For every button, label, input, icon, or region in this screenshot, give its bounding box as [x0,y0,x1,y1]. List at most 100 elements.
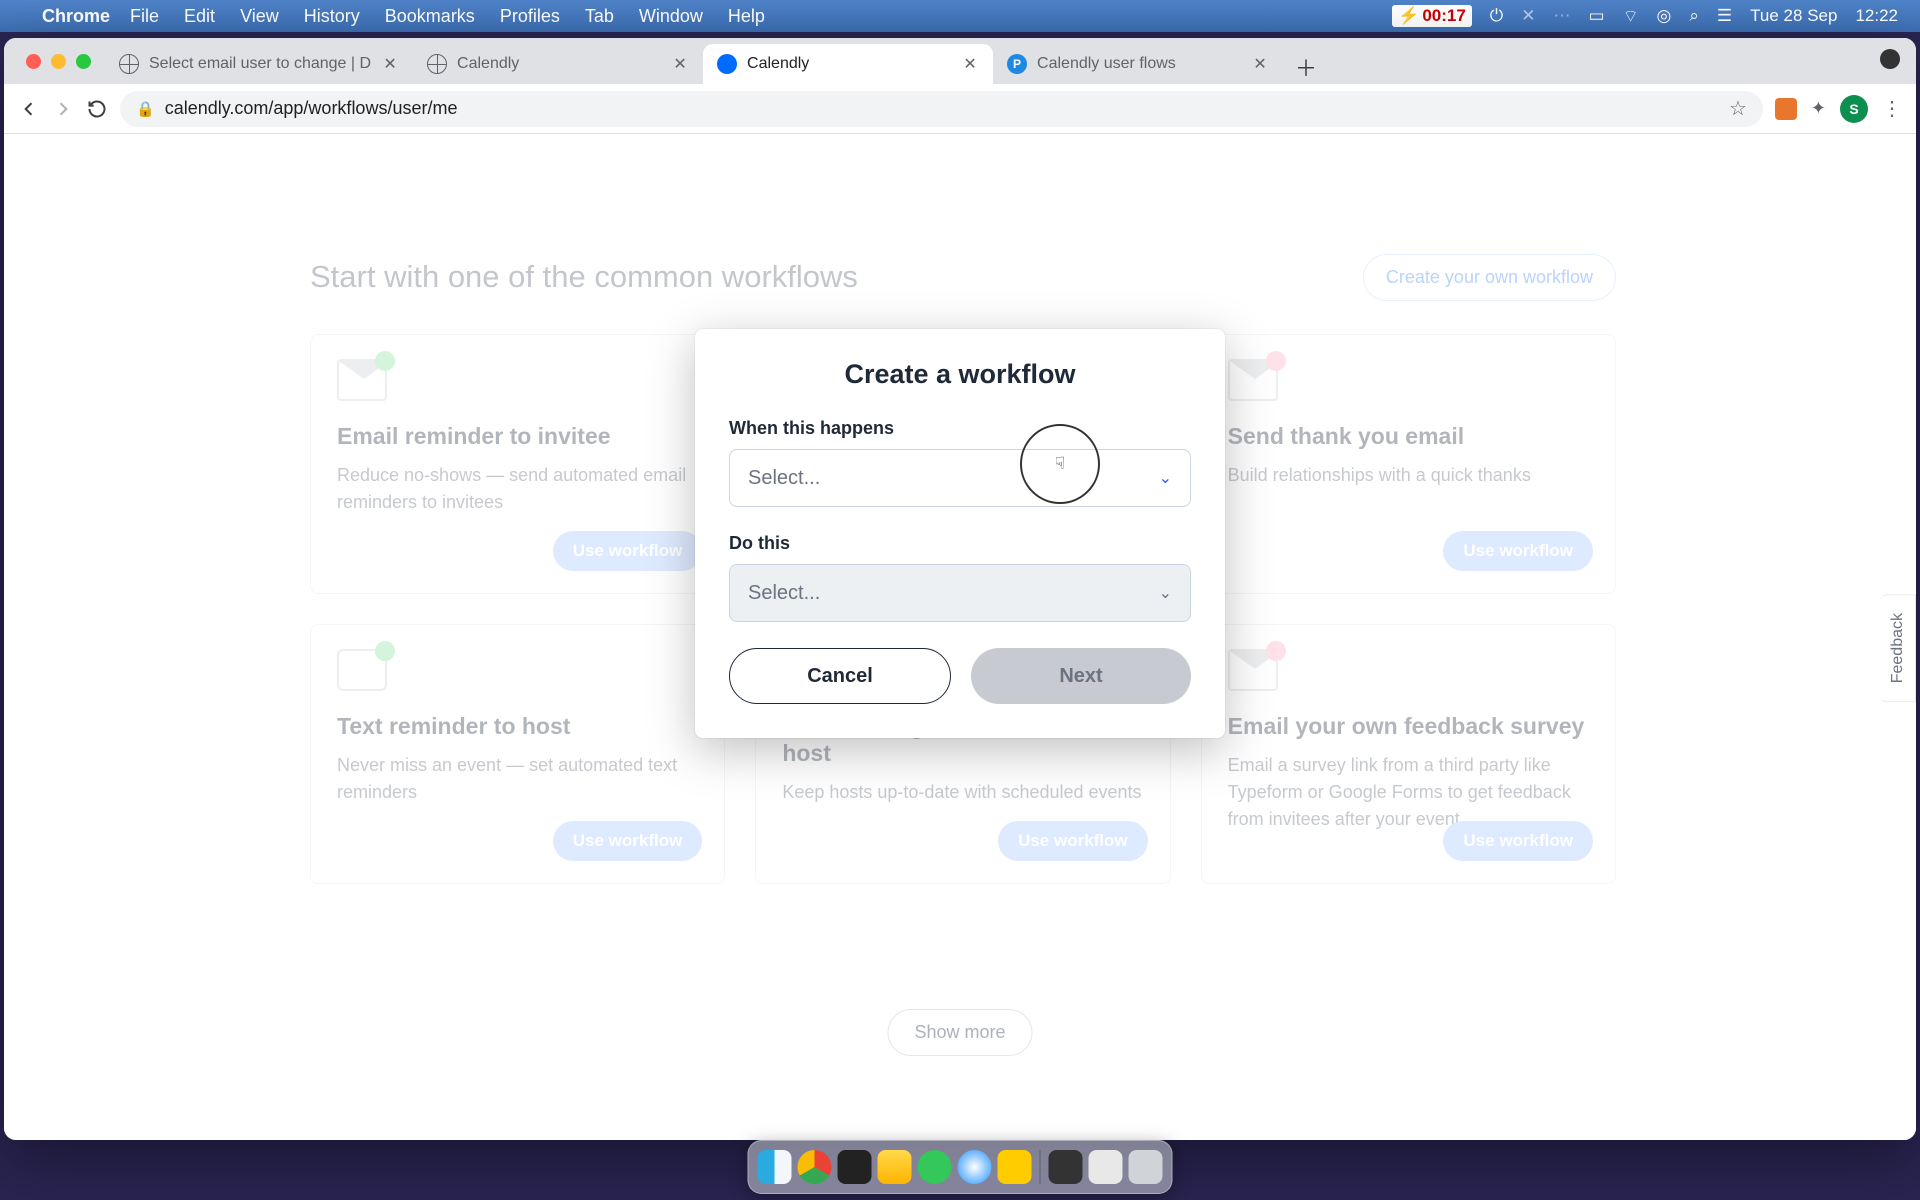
close-tab-icon[interactable]: ✕ [381,55,399,73]
incognito-indicator-icon[interactable] [1880,49,1900,69]
control-center-icon[interactable]: ◎ [1657,6,1672,26]
chrome-toolbar: 🔒 calendly.com/app/workflows/user/me ☆ ✦… [4,84,1916,134]
extensions-menu-icon[interactable]: ✦ [1811,98,1826,119]
workflow-card[interactable]: Email reminder to invitee Reduce no-show… [310,334,725,594]
trash-icon[interactable] [1129,1150,1163,1184]
address-bar[interactable]: 🔒 calendly.com/app/workflows/user/me ☆ [120,91,1763,127]
create-your-own-button[interactable]: Create your own workflow [1363,254,1616,301]
app-icon[interactable] [1049,1150,1083,1184]
tab-title: Calendly user flows [1037,55,1241,73]
chrome-menu-icon[interactable]: ⋮ [1882,96,1902,121]
browser-tab[interactable]: Calendly ✕ [413,44,703,84]
use-workflow-button[interactable]: Use workflow [553,531,703,571]
card-title: Email reminder to invitee [337,423,698,450]
menu-profiles[interactable]: Profiles [500,6,560,27]
battery-icon[interactable]: ▭ [1589,6,1605,26]
close-tab-icon[interactable]: ✕ [961,55,979,73]
chevron-down-icon: ⌄ [1159,583,1172,603]
forward-button[interactable] [52,98,74,120]
use-workflow-button[interactable]: Use workflow [1443,821,1593,861]
chevron-down-icon: ⌄ [1159,468,1172,488]
url-text: calendly.com/app/workflows/user/me [165,98,458,119]
action-select[interactable]: Select... ⌄ [729,564,1191,622]
menu-history[interactable]: History [304,6,360,27]
macos-dock [748,1140,1173,1194]
menubar-time[interactable]: 12:22 [1855,6,1898,26]
lock-icon[interactable]: 🔒 [136,100,155,118]
menu-bookmarks[interactable]: Bookmarks [385,6,475,27]
status-icon[interactable]: ⋯ [1554,6,1571,26]
card-desc: Reduce no-shows — send automated email r… [337,462,698,516]
select-placeholder: Select... [748,467,820,490]
tab-title: Calendly [457,55,661,73]
browser-tab-active[interactable]: Calendly ✕ [703,44,993,84]
tab-title: Calendly [747,55,951,73]
browser-tab[interactable]: Select email user to change | D ✕ [105,44,413,84]
use-workflow-button[interactable]: Use workflow [998,821,1148,861]
select-placeholder: Select... [748,582,820,605]
macos-menubar: Chrome File Edit View History Bookmarks … [0,0,1920,32]
trigger-label: When this happens [729,418,1191,439]
use-workflow-button[interactable]: Use workflow [1443,531,1593,571]
card-title: Text reminder to host [337,713,698,740]
globe-icon [427,54,447,74]
notes-icon[interactable] [878,1150,912,1184]
menu-view[interactable]: View [240,6,279,27]
spotlight-icon[interactable]: ⌕ [1689,6,1699,26]
menu-edit[interactable]: Edit [184,6,215,27]
next-button[interactable]: Next [971,648,1191,704]
card-desc: Build relationships with a quick thanks [1228,462,1589,489]
globe-icon [119,54,139,74]
workflow-card[interactable]: Email your own feedback survey Email a s… [1201,624,1616,884]
terminal-icon[interactable] [838,1150,872,1184]
status-icon[interactable]: ⏻ [1490,6,1503,26]
close-window-icon[interactable] [26,54,41,69]
phone-icon [337,649,387,691]
recording-timer[interactable]: ⚡00:17 [1392,5,1472,27]
back-button[interactable] [18,98,40,120]
extension-icon[interactable] [1775,98,1797,120]
app-icon[interactable] [1089,1150,1123,1184]
minimize-window-icon[interactable] [51,54,66,69]
notification-center-icon[interactable]: ☰ [1717,6,1732,26]
browser-tab[interactable]: P Calendly user flows ✕ [993,44,1283,84]
trigger-select[interactable]: Select... ⌄ [729,449,1191,507]
bookmark-star-icon[interactable]: ☆ [1729,96,1747,121]
menu-file[interactable]: File [130,6,159,27]
reload-button[interactable] [86,98,108,120]
page-heading: Start with one of the common workflows [310,259,858,295]
zoom-window-icon[interactable] [76,54,91,69]
profile-avatar[interactable]: S [1840,95,1868,123]
menubar-date[interactable]: Tue 28 Sep [1750,6,1837,26]
card-desc: Keep hosts up-to-date with scheduled eve… [782,779,1143,806]
app-icon[interactable] [998,1150,1032,1184]
chrome-icon[interactable] [798,1150,832,1184]
status-icon[interactable]: ✕ [1521,6,1535,26]
tab-title: Select email user to change | D [149,55,371,73]
close-tab-icon[interactable]: ✕ [1251,55,1269,73]
chrome-window: Select email user to change | D ✕ Calend… [4,38,1916,1140]
wifi-icon[interactable]: ⌔ [1623,6,1639,27]
calendly-favicon-icon [717,54,737,74]
messages-icon[interactable] [918,1150,952,1184]
card-desc: Never miss an event — set automated text… [337,752,698,806]
safari-icon[interactable] [958,1150,992,1184]
finder-icon[interactable] [758,1150,792,1184]
menu-tab[interactable]: Tab [585,6,614,27]
close-tab-icon[interactable]: ✕ [671,55,689,73]
workflow-card[interactable]: Send thank you email Build relationships… [1201,334,1616,594]
workflow-card[interactable]: Text reminder to host Never miss an even… [310,624,725,884]
menubar-appname[interactable]: Chrome [42,6,110,27]
new-tab-button[interactable]: ＋ [1289,50,1323,84]
mail-icon [1228,359,1278,401]
cancel-button[interactable]: Cancel [729,648,951,704]
use-workflow-button[interactable]: Use workflow [553,821,703,861]
card-title: Email your own feedback survey [1228,713,1589,740]
feedback-tab[interactable]: Feedback [1881,594,1916,702]
menu-window[interactable]: Window [639,6,703,27]
menu-help[interactable]: Help [728,6,765,27]
mail-icon [337,359,387,401]
p-favicon-icon: P [1007,54,1027,74]
show-more-button[interactable]: Show more [887,1009,1032,1056]
dock-separator [1040,1150,1041,1184]
